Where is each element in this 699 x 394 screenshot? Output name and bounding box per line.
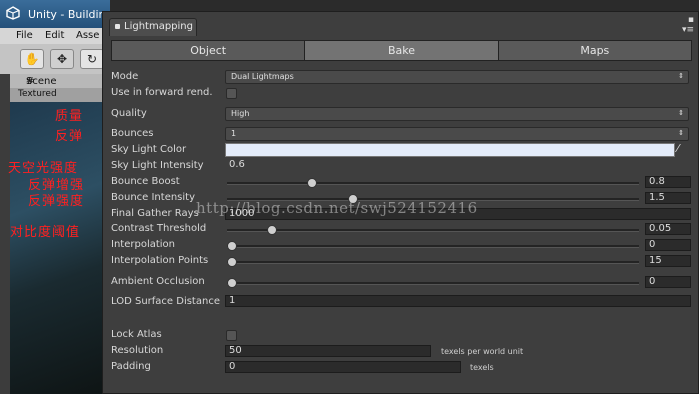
annotation-bounces: 反弹 <box>55 129 84 144</box>
use-forward-checkbox[interactable] <box>226 88 237 99</box>
quality-label: Quality <box>111 108 147 119</box>
padding-field[interactable]: 0 <box>225 361 461 373</box>
bounce-intensity-value: 1.5 <box>649 192 665 203</box>
scene-tab[interactable]: # Scene <box>10 74 110 88</box>
bounce-intensity-field[interactable]: 1.5 <box>645 192 691 204</box>
ambient-occlusion-slider[interactable] <box>227 278 639 288</box>
close-icon[interactable]: ▪ <box>682 15 694 25</box>
contrast-threshold-field[interactable]: 0.05 <box>645 223 691 235</box>
scene-view[interactable] <box>10 102 110 394</box>
annotation-quality: 质量 <box>55 109 84 124</box>
annotation-bounce-intensity: 反弹强度 <box>28 194 85 209</box>
editor-left-strip <box>0 74 10 394</box>
contrast-threshold-label: Contrast Threshold <box>111 223 207 234</box>
updown-arrow-icon: ⇕ <box>678 129 684 137</box>
scene-render-mode[interactable]: Textured <box>18 89 57 99</box>
resolution-unit: texels per world unit <box>441 347 524 356</box>
editor-window-title: Unity - Buildin <box>28 8 106 21</box>
final-gather-rays-label: Final Gather Rays <box>111 208 199 219</box>
lightmapping-window-tab[interactable]: Lightmapping <box>109 18 197 36</box>
move-icon: ✥ <box>56 52 68 66</box>
quality-dropdown[interactable]: High ⇕ <box>225 107 689 121</box>
resolution-field[interactable]: 50 <box>225 345 431 357</box>
slider-knob[interactable] <box>227 241 237 251</box>
ambient-occlusion-value: 0 <box>649 276 656 287</box>
bounce-boost-slider[interactable] <box>227 178 639 188</box>
sky-light-intensity-value: 0.6 <box>229 159 245 170</box>
menu-edit[interactable]: Edit <box>45 30 64 41</box>
sky-light-intensity-field[interactable]: 0.6 <box>225 159 687 171</box>
resolution-value: 50 <box>229 345 242 356</box>
bounce-boost-field[interactable]: 0.8 <box>645 176 691 188</box>
menu-assets[interactable]: Asse <box>76 30 99 41</box>
unity-logo-icon <box>6 6 20 20</box>
ambient-occlusion-label: Ambient Occlusion <box>111 276 205 287</box>
editor-title-bar: Unity - Buildin <box>0 0 110 28</box>
menu-icon[interactable]: ▾≡ <box>682 25 694 35</box>
slider-knob[interactable] <box>227 257 237 267</box>
lod-surface-distance-label: LOD Surface Distance <box>111 296 220 307</box>
updown-arrow-icon: ⇕ <box>678 109 684 117</box>
lightmapping-tabstrip: Object Bake Maps <box>111 40 692 61</box>
mode-dropdown[interactable]: Dual Lightmaps ⇕ <box>225 70 689 84</box>
bounces-dropdown[interactable]: 1 ⇕ <box>225 127 689 141</box>
interpolation-field[interactable]: 0 <box>645 239 691 251</box>
mode-label: Mode <box>111 71 139 82</box>
scene-toolbar: Textured <box>10 88 110 102</box>
interpolation-slider[interactable] <box>227 241 639 251</box>
lock-atlas-checkbox[interactable] <box>226 330 237 341</box>
rotate-icon: ↻ <box>86 52 98 66</box>
padding-label: Padding <box>111 361 151 372</box>
window-controls: ▪ ▾≡ <box>682 15 694 35</box>
tab-bake[interactable]: Bake <box>304 41 498 60</box>
watermark-text: http://blog.csdn.net/swj524152416 <box>196 199 478 217</box>
bounces-label: Bounces <box>111 128 154 139</box>
menu-file[interactable]: File <box>16 30 33 41</box>
lightmapping-tab-label: Lightmapping <box>124 21 193 32</box>
lod-surface-distance-field[interactable]: 1 <box>225 295 691 307</box>
window-tab-icon <box>115 24 120 29</box>
sky-light-color-label: Sky Light Color <box>111 144 187 155</box>
sky-light-intensity-label: Sky Light Intensity <box>111 160 204 171</box>
eyedropper-icon[interactable]: ⁄ <box>677 143 687 155</box>
interpolation-value: 0 <box>649 239 656 250</box>
interpolation-points-label: Interpolation Points <box>111 255 209 266</box>
slider-knob[interactable] <box>267 225 277 235</box>
interpolation-points-field[interactable]: 15 <box>645 255 691 267</box>
scene-tab-label: Scene <box>26 76 57 87</box>
contrast-threshold-value: 0.05 <box>649 223 672 234</box>
lod-surface-distance-value: 1 <box>229 295 236 306</box>
interpolation-points-value: 15 <box>649 255 662 266</box>
contrast-threshold-slider[interactable] <box>227 225 639 235</box>
resolution-label: Resolution <box>111 345 164 356</box>
quality-value: High <box>231 109 250 118</box>
mode-value: Dual Lightmaps <box>231 72 294 81</box>
interpolation-points-slider[interactable] <box>227 257 639 267</box>
editor-toolbar: ✋ ✥ ↻ <box>0 44 110 74</box>
move-tool-button[interactable]: ✥ <box>50 49 74 69</box>
bounce-boost-label: Bounce Boost <box>111 176 180 187</box>
tab-object[interactable]: Object <box>112 41 305 60</box>
hand-icon: ✋ <box>24 52 40 66</box>
rotate-tool-button[interactable]: ↻ <box>80 49 104 69</box>
annotation-contrast-threshold: 对比度阈值 <box>10 225 81 240</box>
sky-light-color-swatch[interactable] <box>225 143 675 157</box>
bounce-intensity-label: Bounce Intensity <box>111 192 196 203</box>
ambient-occlusion-field[interactable]: 0 <box>645 276 691 288</box>
editor-menu-bar: File Edit Asse <box>0 28 110 44</box>
interpolation-label: Interpolation <box>111 239 175 250</box>
padding-value: 0 <box>229 361 236 372</box>
lock-atlas-label: Lock Atlas <box>111 329 162 340</box>
bounce-boost-value: 0.8 <box>649 176 665 187</box>
padding-unit: texels <box>470 363 494 372</box>
hand-tool-button[interactable]: ✋ <box>20 49 44 69</box>
slider-knob[interactable] <box>227 278 237 288</box>
updown-arrow-icon: ⇕ <box>678 72 684 80</box>
slider-knob[interactable] <box>307 178 317 188</box>
bounces-value: 1 <box>231 129 237 138</box>
tab-maps[interactable]: Maps <box>497 41 691 60</box>
use-forward-label: Use in forward rend. <box>111 87 213 98</box>
